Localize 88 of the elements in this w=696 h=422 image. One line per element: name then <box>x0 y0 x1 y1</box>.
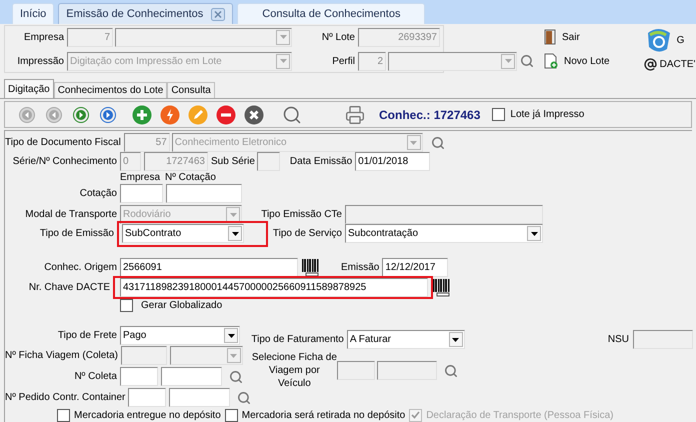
search-icon[interactable] <box>229 370 243 384</box>
field-label: Cotação <box>78 187 118 201</box>
field-label: Mercadoria será retirada no depósito <box>242 408 406 422</box>
dropdown-field[interactable]: Pago <box>120 326 240 345</box>
dropdown-field[interactable]: Subcontratação <box>345 224 543 243</box>
text-field[interactable]: 43171189823918000144570000025660911589878925 <box>120 278 428 297</box>
text-field[interactable] <box>169 388 230 407</box>
document-number: Conhec.: 1727463 <box>379 106 480 124</box>
at-sign-icon[interactable] <box>644 58 657 71</box>
text-field[interactable] <box>120 367 158 386</box>
field-label: Data Emissão <box>290 155 352 169</box>
barcode-icon[interactable] <box>433 278 450 296</box>
text-field[interactable]: 12/12/2017 <box>382 258 448 277</box>
field-label: Declaração de Transporte (Pessoa Física) <box>426 408 614 422</box>
field-label: Sub Série <box>211 155 255 169</box>
text-field[interactable] <box>345 205 543 224</box>
field-label: G <box>676 34 684 48</box>
checkbox[interactable] <box>492 108 506 121</box>
pencil-icon[interactable] <box>188 104 208 124</box>
text-field[interactable]: 01/01/2018 <box>355 152 430 171</box>
text-field[interactable] <box>120 184 163 203</box>
printer-icon[interactable] <box>345 104 365 124</box>
field-label: Tipo de Documento Fiscal <box>5 136 122 150</box>
field-label: Nº Lote <box>320 30 356 44</box>
field-label: Perfil <box>331 54 356 68</box>
tab[interactable]: Digitação <box>4 79 54 98</box>
search-icon[interactable] <box>282 104 302 124</box>
field-label: Modal de Transporte <box>24 208 118 222</box>
dropdown-field[interactable] <box>388 52 517 70</box>
field-label: Lote já Impresso <box>510 108 584 122</box>
text-field[interactable] <box>256 152 280 171</box>
tab[interactable]: Consulta de Conhecimentos <box>237 3 426 24</box>
text-field[interactable]: 2566091 <box>120 258 298 277</box>
close-icon[interactable] <box>211 8 226 20</box>
text-field[interactable] <box>128 388 166 407</box>
field-label: DACTE' <box>660 58 696 72</box>
text-field[interactable] <box>166 184 242 203</box>
dropdown-field[interactable] <box>170 346 243 365</box>
remove-icon[interactable] <box>216 104 236 124</box>
field-label: Gerar Globalizado <box>141 299 222 313</box>
field-label: Série/Nº Conhecimento <box>12 155 118 169</box>
dropdown-field[interactable]: A Faturar <box>346 330 465 349</box>
field-label: Tipo de Frete <box>56 329 118 343</box>
field-label: Sair <box>562 30 580 44</box>
lightning-icon[interactable] <box>160 104 180 124</box>
field-label: Tipo de Emissão <box>38 227 115 241</box>
field-label: Novo Lote <box>564 54 610 68</box>
close-icon[interactable] <box>244 104 264 124</box>
search-icon[interactable] <box>430 136 445 150</box>
field-label: Empresa <box>22 30 65 44</box>
field-label: Nr. Chave DACTE <box>28 281 111 295</box>
add-icon[interactable] <box>132 104 152 124</box>
field-label: Emissão <box>341 261 380 275</box>
checkbox[interactable] <box>120 299 133 312</box>
field-label: Empresa <box>120 171 162 185</box>
field-label: NSU <box>608 333 629 347</box>
door-icon[interactable] <box>544 29 556 45</box>
field-label: Nº Coleta <box>73 370 118 384</box>
tab[interactable]: Conhecimentos do Lote <box>54 82 168 98</box>
field-label: Impressão <box>16 54 65 68</box>
checkbox[interactable] <box>57 408 70 422</box>
text-field[interactable] <box>377 361 438 380</box>
search-icon[interactable] <box>520 54 534 68</box>
dropdown-field[interactable] <box>115 28 292 46</box>
field-label: Selecione Ficha de Viagem por Veículo <box>251 351 338 390</box>
dropdown-field[interactable]: SubContrato <box>122 224 244 243</box>
field-label: Nº Cotação <box>165 171 216 185</box>
next-icon[interactable] <box>73 106 89 122</box>
new-document-icon[interactable] <box>544 53 558 69</box>
field-label: Nº Ficha Viagem (Coleta) <box>5 349 119 363</box>
checkbox[interactable] <box>224 408 238 422</box>
barcode-icon[interactable] <box>302 258 319 276</box>
text-field[interactable] <box>632 330 693 349</box>
field-label: Mercadoria entregue no depósito <box>74 408 221 422</box>
search-icon[interactable] <box>237 390 252 404</box>
field-label: Nº Pedido Contr. Container <box>5 391 126 405</box>
text-field[interactable] <box>337 361 376 380</box>
field-label: Conhec. Origem <box>43 261 118 275</box>
tab[interactable]: Início <box>12 3 54 24</box>
tab[interactable]: Emissão de Conhecimentos <box>58 3 234 24</box>
field-label: Tipo Emissão CTe <box>260 208 343 222</box>
search-icon[interactable] <box>444 364 458 378</box>
tab[interactable]: Consulta <box>167 82 215 98</box>
text-field[interactable] <box>161 367 222 386</box>
field-label: Tipo de Serviço <box>272 227 343 241</box>
next-icon[interactable] <box>100 106 116 122</box>
field-label: Tipo de Faturamento <box>251 333 345 347</box>
text-field[interactable] <box>120 346 167 365</box>
